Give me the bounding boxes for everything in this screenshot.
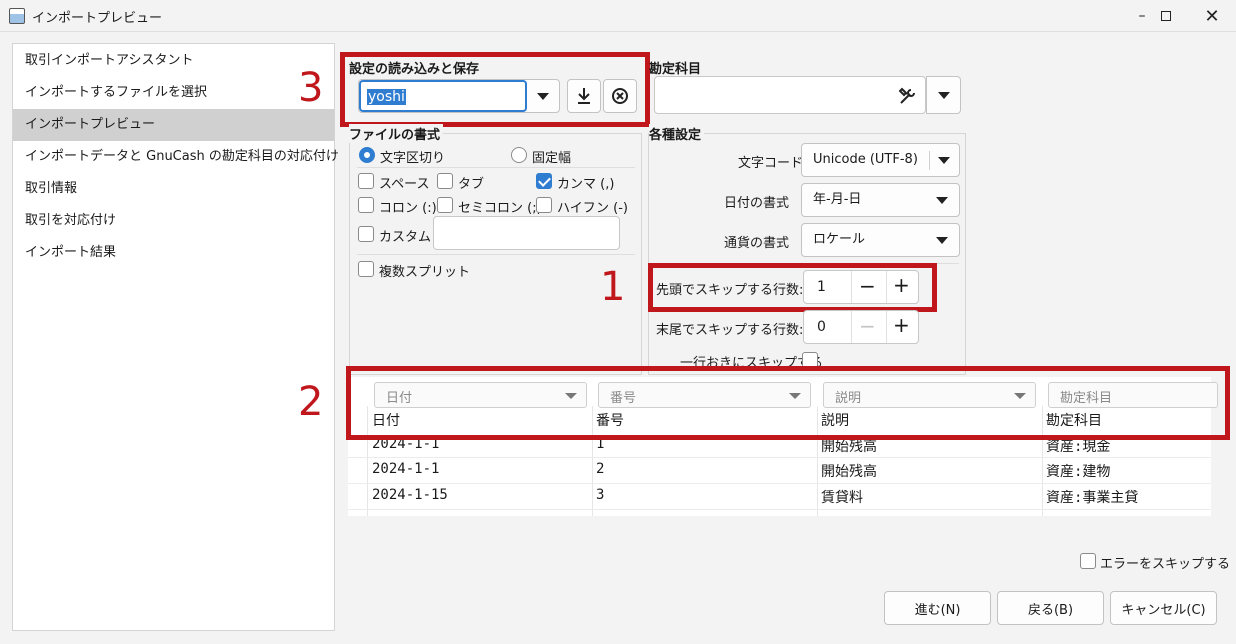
- minus-icon[interactable]: −: [859, 314, 876, 338]
- close-icon[interactable]: ✕: [1189, 0, 1235, 32]
- hyphen-label: ハイフン (-): [557, 201, 628, 216]
- step-transaction-import-assistant[interactable]: 取引インポートアシスタント: [13, 45, 334, 77]
- skip-end-value: 0: [817, 319, 826, 335]
- encoding-select[interactable]: Unicode (UTF-8): [801, 143, 960, 177]
- annotation-box-1: [648, 263, 937, 312]
- table-cell: 賃貸料: [821, 490, 863, 506]
- fixed-width-radio[interactable]: [511, 147, 527, 163]
- chevron-down-icon: [937, 91, 950, 99]
- misc-settings-title: 各種設定: [649, 124, 705, 143]
- assistant-step-list: 取引インポートアシスタント インポートするファイルを選択 インポートプレビュー …: [12, 43, 339, 631]
- app-icon: [9, 8, 25, 24]
- colon-checkbox[interactable]: [358, 197, 374, 213]
- file-format-title: ファイルの書式: [349, 124, 444, 143]
- separated-label: 文字区切り: [380, 151, 446, 166]
- divider: [357, 254, 635, 255]
- multi-split-checkbox[interactable]: [358, 261, 374, 277]
- chevron-down-icon: [936, 197, 948, 204]
- skip-errors-checkbox[interactable]: [1080, 553, 1096, 569]
- table-cell: 2024-1-1: [372, 461, 440, 477]
- colon-label: コロン (:): [379, 201, 437, 216]
- table-cell: 2: [596, 461, 605, 477]
- step-import-preview[interactable]: インポートプレビュー: [13, 109, 334, 141]
- step-account-mapping[interactable]: インポートデータと GnuCash の勘定科目の対応付け: [13, 141, 339, 173]
- semicolon-checkbox[interactable]: [437, 197, 453, 213]
- chevron-down-icon: [938, 157, 950, 164]
- semicolon-label: セミコロン (;): [458, 201, 542, 216]
- tools-icon[interactable]: [899, 87, 917, 105]
- table-cell: 3: [596, 487, 605, 503]
- window-title: インポートプレビュー: [32, 11, 163, 26]
- annotation-number-3: 3: [298, 65, 324, 111]
- hyphen-checkbox[interactable]: [536, 197, 552, 213]
- date-format-value: 年-月-日: [813, 192, 862, 207]
- table-cell: 資産:建物: [1046, 464, 1111, 480]
- account-dropdown-button[interactable]: [926, 76, 961, 114]
- table-cell: 資産:事業主貸: [1046, 490, 1139, 506]
- divider: [357, 167, 635, 168]
- tab-label: タブ: [458, 177, 485, 192]
- multi-split-label: 複数スプリット: [379, 265, 471, 280]
- comma-label: カンマ (,): [557, 177, 615, 192]
- annotation-box-3: [340, 52, 650, 127]
- custom-separator-input[interactable]: [433, 216, 620, 250]
- separated-radio[interactable]: [359, 147, 375, 163]
- account-input[interactable]: [654, 76, 926, 114]
- skip-end-spinner[interactable]: 0 − +: [803, 310, 919, 344]
- date-format-select[interactable]: 年-月-日: [801, 183, 960, 217]
- plus-icon[interactable]: +: [893, 313, 910, 337]
- custom-checkbox[interactable]: [358, 226, 374, 242]
- encoding-value: Unicode (UTF-8): [813, 152, 918, 167]
- step-select-file[interactable]: インポートするファイルを選択: [13, 77, 334, 109]
- tab-checkbox[interactable]: [437, 173, 453, 189]
- encoding-label: 文字コード: [738, 156, 804, 171]
- fixed-width-label: 固定幅: [532, 151, 572, 166]
- back-button[interactable]: 戻る(B): [997, 591, 1104, 625]
- step-transaction-info[interactable]: 取引情報: [13, 173, 334, 205]
- skip-end-label: 末尾でスキップする行数:: [656, 323, 804, 338]
- account-group-title: 勘定科目: [649, 62, 702, 77]
- chevron-down-icon: [936, 237, 948, 244]
- title-bar: インポートプレビュー – ✕: [0, 0, 1236, 32]
- annotation-number-1: 1: [600, 264, 626, 310]
- table-cell: 開始残高: [821, 464, 877, 480]
- cancel-button[interactable]: キャンセル(C): [1110, 591, 1217, 625]
- comma-checkbox[interactable]: [536, 173, 552, 189]
- space-label: スペース: [379, 177, 430, 192]
- annotation-number-2: 2: [298, 379, 324, 425]
- step-match-transactions[interactable]: 取引を対応付け: [13, 205, 334, 237]
- currency-format-select[interactable]: ロケール: [801, 223, 960, 257]
- table-cell: 2024-1-15: [372, 487, 448, 503]
- currency-format-label: 通貨の書式: [724, 236, 790, 251]
- custom-label: カスタム: [379, 230, 432, 245]
- step-import-result[interactable]: インポート結果: [13, 237, 334, 269]
- space-checkbox[interactable]: [358, 173, 374, 189]
- currency-format-value: ロケール: [813, 232, 866, 247]
- annotation-box-2: [346, 366, 1230, 440]
- maximize-icon[interactable]: [1143, 0, 1189, 32]
- skip-errors-label: エラーをスキップする: [1100, 557, 1231, 572]
- date-format-label: 日付の書式: [724, 196, 790, 211]
- next-button[interactable]: 進む(N): [884, 591, 991, 625]
